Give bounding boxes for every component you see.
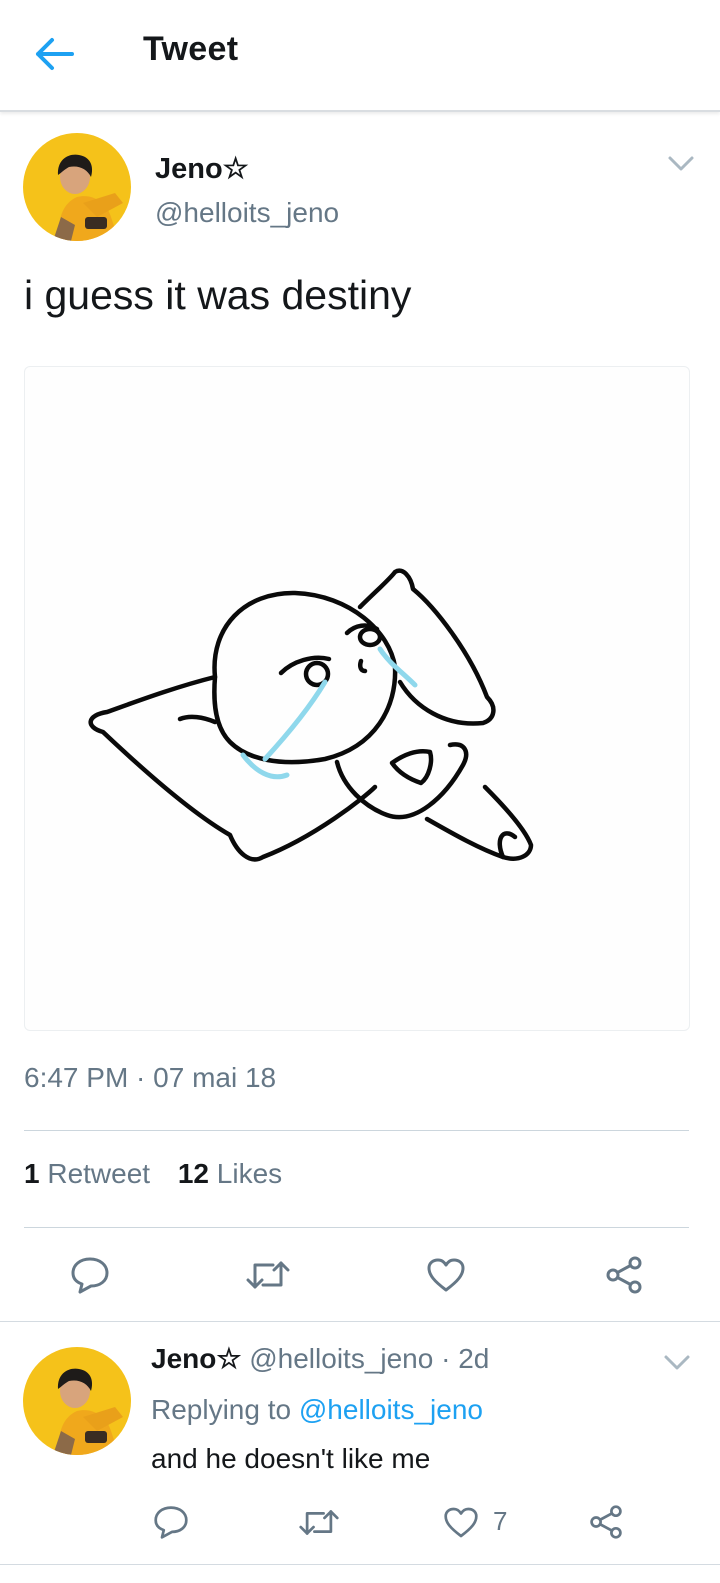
likes-label: Likes [216,1158,283,1189]
reply-text: and he doesn't like me [151,1443,431,1474]
reply-icon[interactable] [70,1255,110,1295]
author-name[interactable]: Jeno☆ [155,151,249,186]
avatar[interactable] [23,133,131,241]
replying-prefix: Replying to [151,1394,292,1425]
retweet-count: 1 [24,1158,40,1189]
replying-to: Replying to @helloits_jeno [151,1394,483,1426]
chevron-down-icon[interactable] [667,155,695,173]
reply-retweet-icon[interactable] [298,1506,340,1539]
like-icon[interactable] [426,1257,466,1293]
page-title: Tweet [143,30,239,68]
reply-author-handle[interactable]: @helloits_jeno [249,1343,433,1374]
retweet-label: Retweet [47,1158,151,1189]
top-bar: Tweet [0,0,720,112]
retweet-stat[interactable]: 1 Retweet [24,1158,150,1190]
likes-count: 12 [177,1158,210,1189]
reply-age: · 2d [441,1343,490,1374]
tweet-image[interactable] [24,366,690,1031]
reply-like-count: 7 [493,1506,508,1536]
reply-share-icon[interactable] [588,1504,624,1540]
tweet-timestamp: 6:47 PM · 07 mai 18 [24,1062,277,1093]
divider [24,1130,689,1131]
author-handle[interactable]: @helloits_jeno [155,197,339,229]
retweet-icon[interactable] [245,1257,291,1293]
reply-avatar[interactable] [23,1347,131,1455]
crying-character-illustration [88,568,534,862]
replying-to-link[interactable]: @helloits_jeno [299,1394,483,1425]
reply-chevron-down-icon[interactable] [663,1354,691,1372]
divider [0,1321,720,1322]
reply-reply-icon[interactable] [153,1504,189,1540]
reply-author-name[interactable]: Jeno☆ [151,1343,241,1374]
divider [0,1564,720,1565]
tweet-stats: 1 Retweet 12 Likes [24,1158,302,1190]
share-icon[interactable] [604,1255,644,1295]
divider [24,1227,689,1228]
reply-like-icon[interactable] [443,1506,479,1539]
back-arrow-icon[interactable] [34,36,76,72]
tweet-text: i guess it was destiny [24,272,412,318]
reply-header: Jeno☆ @helloits_jeno · 2d [151,1342,489,1375]
likes-stat[interactable]: 12 Likes [178,1158,282,1190]
